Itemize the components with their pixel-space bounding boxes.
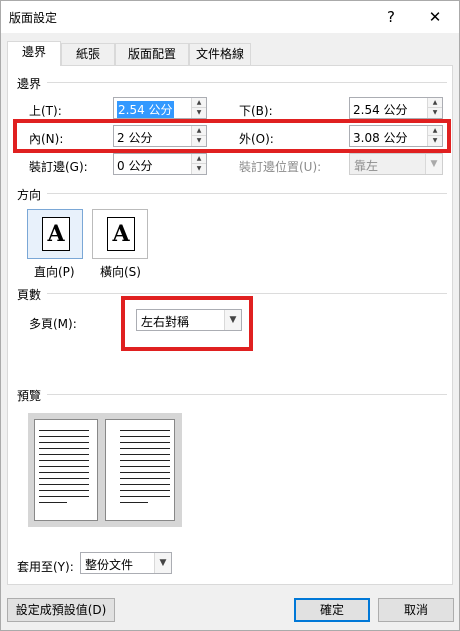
bottom-margin-label: 下(B):	[239, 104, 273, 118]
dialog-title: 版面設定	[9, 11, 58, 25]
gutter-label: 裝訂邊(G):	[29, 160, 88, 174]
divider	[47, 82, 447, 83]
top-margin-label: 上(T):	[29, 104, 62, 118]
highlight-box-multiple-pages	[121, 296, 253, 351]
tab-layout[interactable]: 版面配置	[115, 43, 189, 65]
tab-margins[interactable]: 邊界	[7, 41, 61, 66]
set-default-button[interactable]: 設定成預設值(D)	[7, 598, 115, 622]
cancel-button[interactable]: 取消	[378, 598, 454, 622]
divider	[47, 394, 447, 395]
spin-up-icon[interactable]: ▲	[192, 98, 206, 108]
chevron-down-icon[interactable]: ▼	[154, 553, 171, 573]
spin-up-icon[interactable]: ▲	[428, 98, 442, 108]
apply-to-value[interactable]: 整份文件	[85, 556, 133, 573]
preview-right-page	[105, 419, 175, 521]
chevron-down-icon: ▼	[425, 154, 442, 174]
gutter-position-label: 裝訂邊位置(U):	[239, 160, 322, 174]
multiple-pages-label: 多頁(M):	[29, 317, 77, 331]
spin-down-icon[interactable]: ▼	[192, 164, 206, 174]
spin-down-icon[interactable]: ▼	[428, 108, 442, 118]
preview-section-title: 預覽	[17, 389, 42, 403]
gutter-position-select: 靠左 ▼	[349, 153, 443, 175]
top-margin-value[interactable]: 2.54 公分	[117, 101, 174, 118]
apply-to-label: 套用至(Y):	[17, 560, 74, 574]
spin-up-icon[interactable]: ▲	[192, 154, 206, 164]
landscape-page-icon: A	[107, 217, 135, 251]
portrait-button[interactable]: A	[27, 209, 83, 259]
orientation-section-title: 方向	[17, 188, 42, 202]
landscape-label[interactable]: 橫向(S)	[100, 263, 141, 280]
tab-doc-grid[interactable]: 文件格線	[189, 43, 251, 65]
portrait-page-icon: A	[42, 217, 70, 251]
bottom-margin-spinner[interactable]: 2.54 公分 ▲ ▼	[349, 97, 443, 119]
gutter-value[interactable]: 0 公分	[117, 157, 152, 174]
top-margin-spinner[interactable]: 2.54 公分 ▲ ▼	[113, 97, 207, 119]
close-icon[interactable]: ✕	[413, 3, 457, 31]
help-button[interactable]: ?	[369, 3, 413, 31]
divider	[47, 293, 447, 294]
apply-to-select[interactable]: 整份文件 ▼	[80, 552, 172, 574]
highlight-box-inside-outside	[13, 119, 451, 153]
page-setup-dialog: 版面設定 ? ✕ 邊界 紙張 版面配置 文件格線 邊界 上(T): 2.54 公…	[0, 0, 460, 631]
margins-section-title: 邊界	[17, 77, 42, 91]
portrait-label[interactable]: 直向(P)	[34, 263, 75, 280]
gutter-spinner[interactable]: 0 公分 ▲ ▼	[113, 153, 207, 175]
divider	[47, 193, 447, 194]
landscape-button[interactable]: A	[92, 209, 148, 259]
ok-button[interactable]: 確定	[294, 598, 370, 622]
tab-paper[interactable]: 紙張	[61, 43, 115, 65]
spin-down-icon[interactable]: ▼	[192, 108, 206, 118]
gutter-position-value: 靠左	[354, 159, 379, 173]
pages-section-title: 頁數	[17, 288, 42, 302]
preview-left-page	[34, 419, 98, 521]
title-bar: 版面設定 ? ✕	[1, 1, 459, 33]
bottom-margin-value[interactable]: 2.54 公分	[353, 101, 408, 118]
